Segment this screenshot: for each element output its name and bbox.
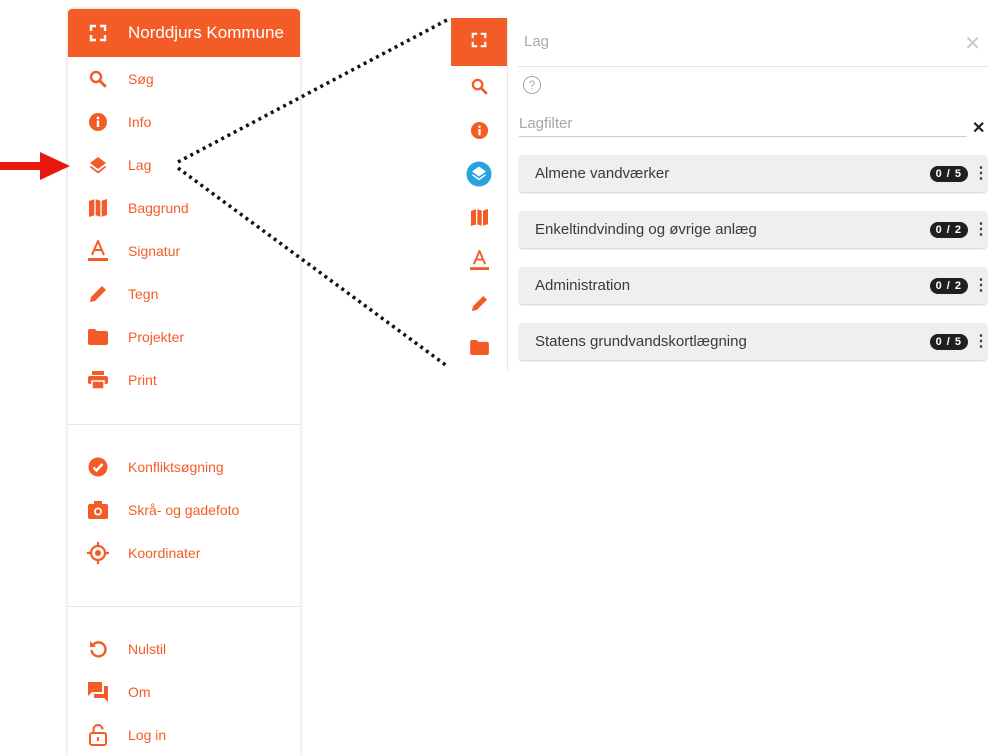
layer-group-name: Enkeltindvinding og øvrige anlæg (535, 221, 757, 238)
more-options-icon[interactable]: ⋮ (973, 221, 989, 238)
panel-title: Lag (524, 33, 550, 50)
clear-filter-icon[interactable]: ✕ (972, 118, 985, 138)
layer-count-badge: 0 / 5 (929, 333, 968, 350)
search-icon[interactable] (451, 78, 507, 95)
close-icon[interactable]: ✕ (964, 31, 981, 56)
layer-count-badge: 0 / 2 (929, 221, 968, 238)
pencil-icon[interactable] (451, 295, 507, 312)
help-icon[interactable]: ? (523, 76, 541, 94)
layer-count-badge: 0 / 2 (929, 277, 968, 294)
fullscreen-icon[interactable] (471, 32, 487, 53)
more-options-icon[interactable]: ⋮ (973, 277, 989, 294)
layers-content: Lag ✕ ? ✕ Almene vandværker 0 / 5 ⋮ Enke… (507, 18, 989, 370)
layers-panel-zoom: Lag ✕ ? ✕ Almene vandværker 0 / 5 ⋮ Enke… (451, 18, 989, 370)
info-icon[interactable] (451, 121, 507, 140)
layers-icon-active[interactable] (451, 161, 507, 187)
layer-filter-input[interactable] (519, 111, 967, 137)
layer-group[interactable]: Enkeltindvinding og øvrige anlæg 0 / 2 ⋮ (519, 211, 989, 248)
layer-group[interactable]: Administration 0 / 2 ⋮ (519, 267, 989, 304)
folder-icon[interactable] (451, 340, 507, 355)
text-color-icon[interactable] (451, 250, 507, 271)
icon-strip (451, 18, 508, 370)
layer-group[interactable]: Almene vandværker 0 / 5 ⋮ (519, 155, 989, 192)
more-options-icon[interactable]: ⋮ (973, 333, 989, 350)
layer-group-name: Statens grundvandskortlægning (535, 333, 747, 350)
title-divider (518, 66, 989, 67)
layer-group-name: Administration (535, 277, 631, 294)
layer-count-badge: 0 / 5 (929, 165, 968, 182)
layer-group-name: Almene vandværker (535, 165, 670, 182)
layer-group[interactable]: Statens grundvandskortlægning 0 / 5 ⋮ (519, 323, 989, 360)
icon-strip-header (451, 18, 507, 66)
more-options-icon[interactable]: ⋮ (973, 165, 989, 182)
map-icon[interactable] (451, 208, 507, 227)
